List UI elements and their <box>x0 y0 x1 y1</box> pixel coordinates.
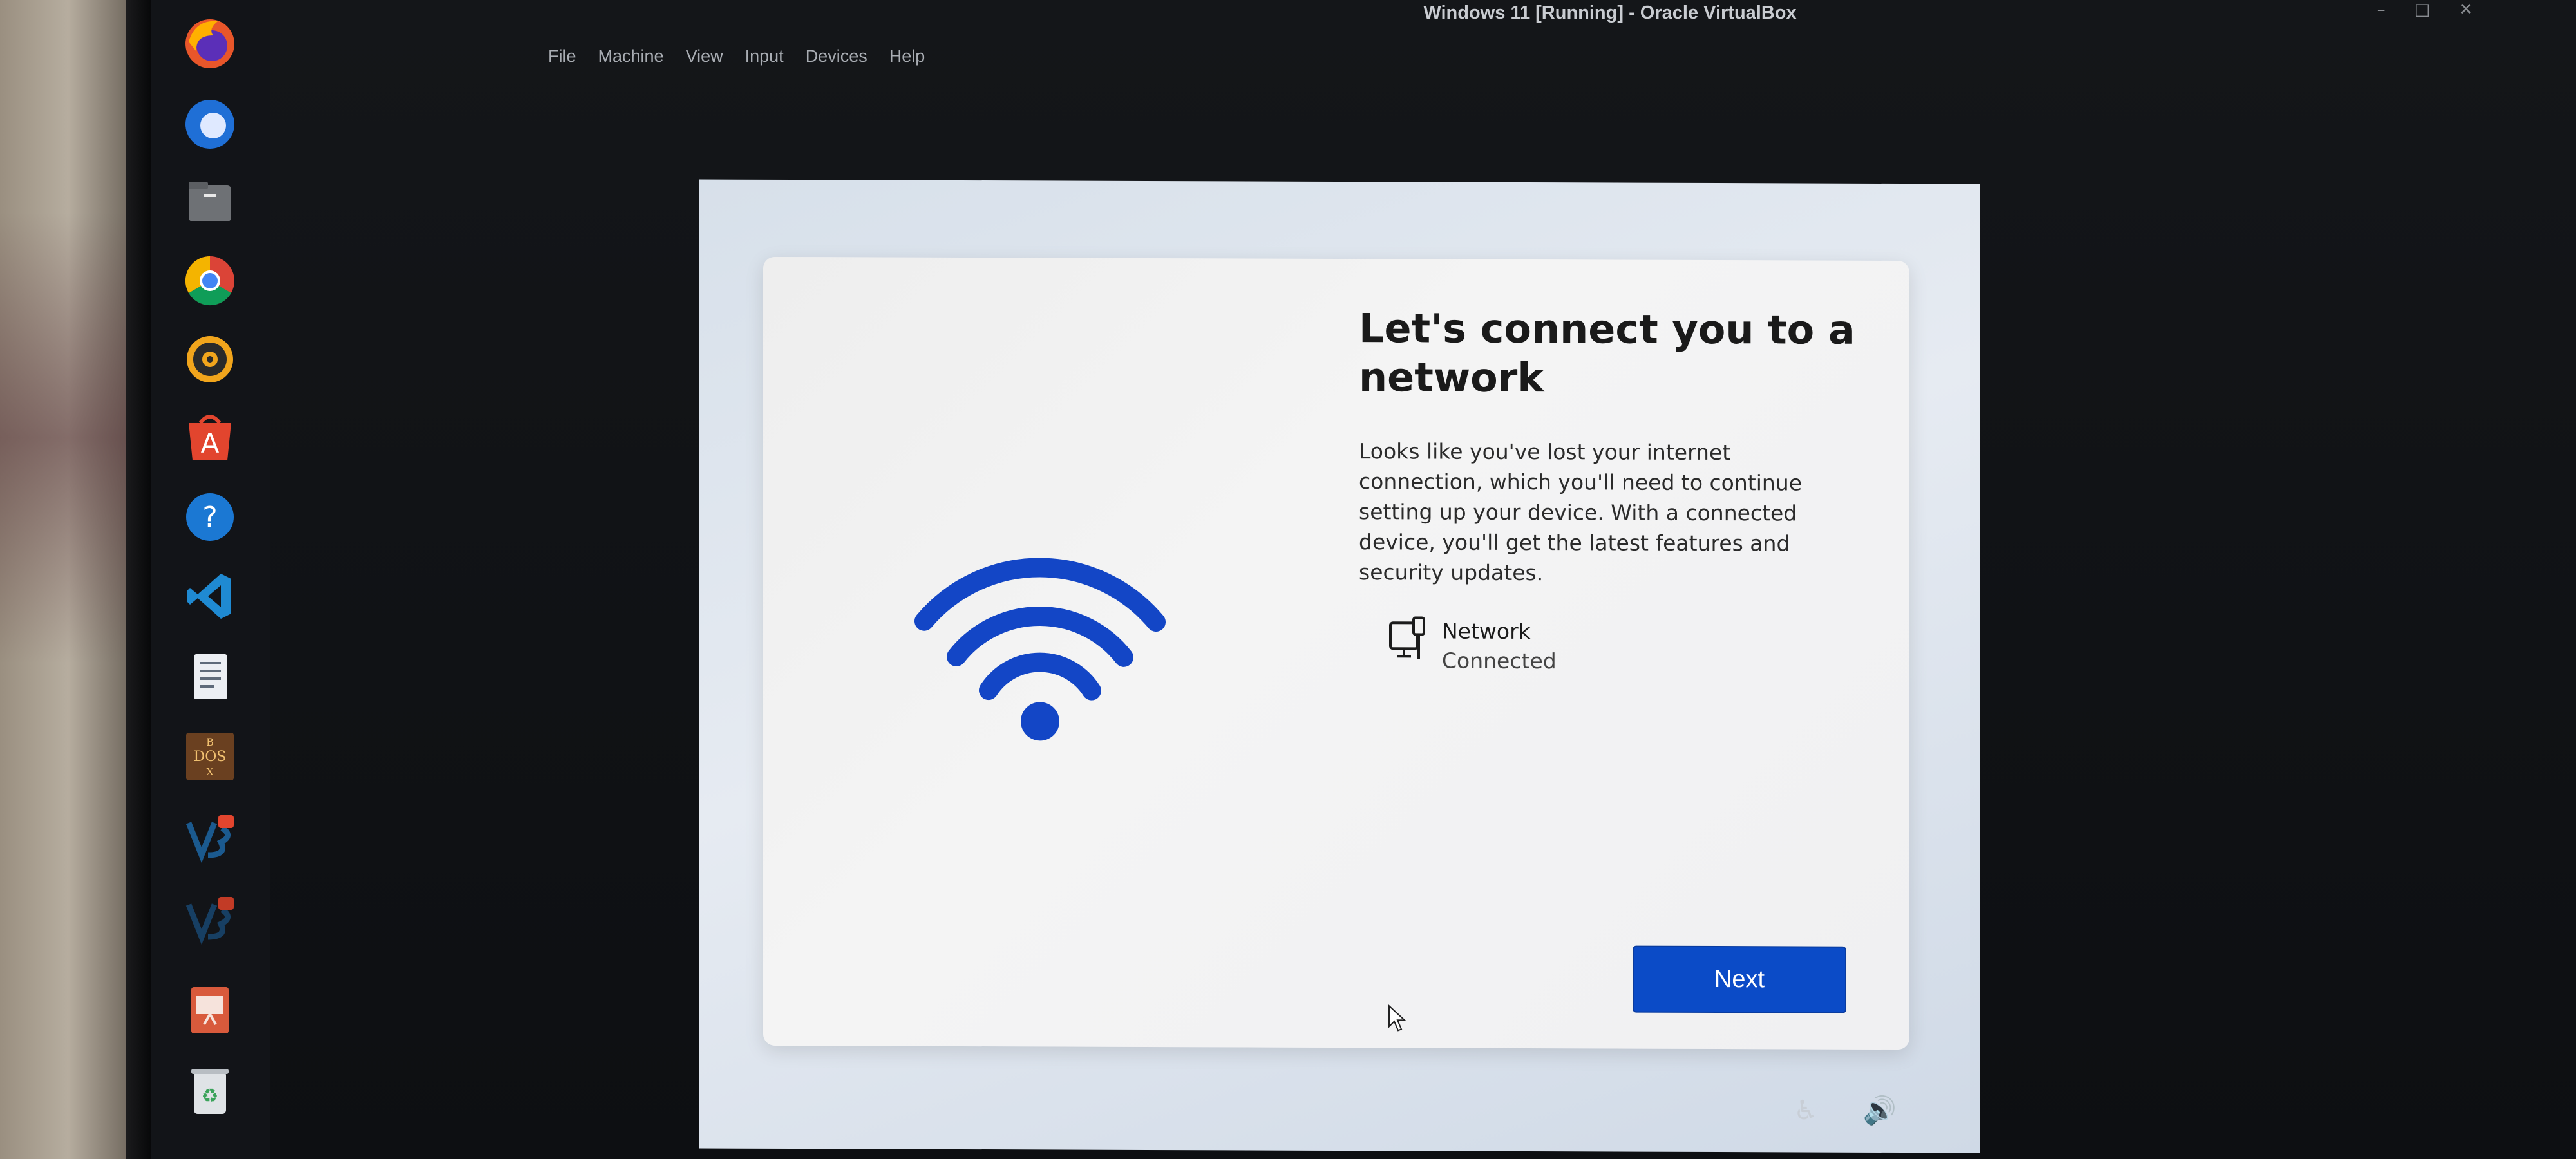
next-button[interactable]: Next <box>1633 945 1846 1013</box>
thunderbird-icon[interactable] <box>176 90 244 158</box>
page-title: Let's connect you to a network <box>1359 305 1855 402</box>
menu-file[interactable]: File <box>544 44 580 69</box>
svg-text:?: ? <box>202 501 217 534</box>
oobe-card: Let's connect you to a network Looks lik… <box>763 256 1909 1050</box>
virtualbox-window: Windows 11 [Running] - Oracle VirtualBox… <box>270 0 2576 1159</box>
vm-display[interactable]: Let's connect you to a network Looks lik… <box>699 179 2576 1153</box>
maximize-button[interactable]: □ <box>2414 0 2430 19</box>
window-controls: – □ ✕ <box>2377 0 2473 19</box>
menu-view[interactable]: View <box>682 44 727 69</box>
minimize-button[interactable]: – <box>2377 0 2385 19</box>
virtualbox-icon[interactable] <box>176 804 244 872</box>
menu-devices[interactable]: Devices <box>802 44 871 69</box>
app-center-icon[interactable]: A <box>176 404 244 472</box>
network-status: Network Connected <box>1388 616 1557 676</box>
help-icon[interactable]: ? <box>176 483 244 551</box>
accessibility-icon[interactable]: ♿ <box>1794 1094 1818 1126</box>
mouse-cursor-icon <box>1388 1004 1406 1032</box>
virtualbox-2-icon[interactable] <box>176 885 244 954</box>
network-label: Network <box>1442 618 1531 645</box>
svg-text:♻: ♻ <box>202 1085 219 1107</box>
trash-icon[interactable]: ♻ <box>176 1056 244 1124</box>
presentation-icon[interactable] <box>176 975 244 1044</box>
window-title: Windows 11 [Running] - Oracle VirtualBox <box>1423 3 1797 23</box>
wired-network-icon <box>1389 616 1425 659</box>
ubuntu-dock: A ? DOS B X ♻ <box>151 0 270 1159</box>
volume-icon[interactable]: 🔊 <box>1863 1095 1897 1127</box>
svg-text:A: A <box>201 428 220 459</box>
wifi-icon <box>914 558 1166 741</box>
wall-shadow <box>0 212 129 663</box>
rhythmbox-icon[interactable] <box>176 325 244 393</box>
menu-machine[interactable]: Machine <box>594 44 668 69</box>
firefox-icon[interactable] <box>176 10 244 78</box>
files-icon[interactable] <box>176 169 244 237</box>
chrome-icon[interactable] <box>176 247 244 315</box>
menu-help[interactable]: Help <box>886 44 929 69</box>
dosbox-icon[interactable]: DOS B X <box>176 722 244 791</box>
svg-text:B: B <box>206 736 214 748</box>
network-status-text: Connected <box>1442 648 1557 674</box>
windows-oobe-screen: Let's connect you to a network Looks lik… <box>699 179 1980 1153</box>
menubar: File Machine View Input Devices Help <box>544 44 929 69</box>
text-editor-icon[interactable] <box>176 643 244 711</box>
vscode-icon[interactable] <box>176 562 244 630</box>
page-description: Looks like you've lost your internet con… <box>1359 438 1803 586</box>
svg-text:DOS: DOS <box>194 749 227 765</box>
monitor-bezel <box>126 0 151 1159</box>
menu-input[interactable]: Input <box>741 44 788 69</box>
svg-text:X: X <box>206 766 214 778</box>
close-button[interactable]: ✕ <box>2459 0 2473 19</box>
oobe-bottom-bar: ♿ 🔊 <box>1794 1094 1897 1127</box>
